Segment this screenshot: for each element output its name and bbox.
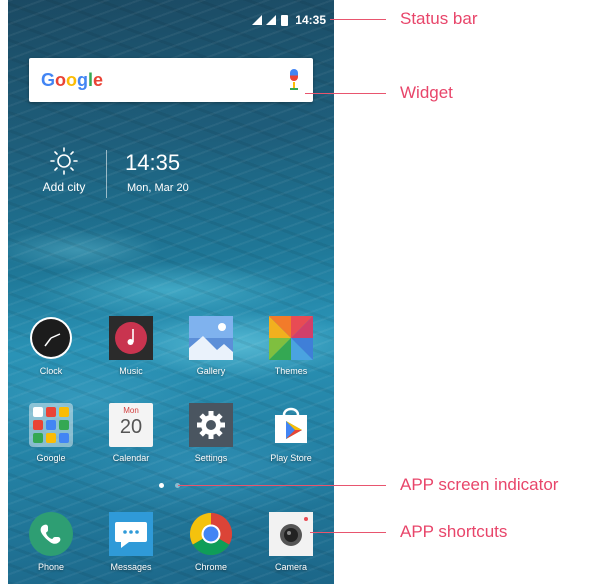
dock-phone[interactable]: Phone	[16, 512, 86, 572]
app-play-store[interactable]: Play Store	[256, 403, 326, 463]
google-search-widget[interactable]: Google	[29, 58, 313, 102]
app-label: Chrome	[194, 562, 227, 572]
play-store-icon	[269, 403, 313, 447]
chrome-icon	[189, 512, 233, 556]
app-label: Messages	[110, 562, 152, 572]
app-label: Themes	[274, 366, 308, 376]
page-dot-1[interactable]	[159, 483, 164, 488]
screen-indicator-pointer	[178, 485, 386, 486]
status-bar-callout: Status bar	[400, 9, 478, 28]
app-music[interactable]: Music	[96, 316, 166, 376]
camera-icon	[269, 512, 313, 556]
shortcuts-callout: APP shortcuts	[400, 522, 508, 541]
widget-callout: Widget	[400, 83, 453, 102]
app-settings[interactable]: Settings	[176, 403, 246, 463]
battery-icon	[281, 14, 289, 26]
mic-icon[interactable]	[287, 69, 301, 91]
sun-icon	[50, 147, 78, 175]
widget-pointer	[305, 93, 386, 94]
phone-icon	[29, 512, 73, 556]
app-label: Clock	[39, 366, 63, 376]
messages-icon	[109, 512, 153, 556]
calendar-day-name: Mon	[123, 406, 139, 415]
app-label: Settings	[194, 453, 228, 463]
settings-app-icon	[189, 403, 233, 447]
google-logo-letter: G	[41, 69, 56, 90]
google-logo-letter: e	[93, 69, 104, 90]
screen-indicator-callout: APP screen indicator	[400, 475, 559, 494]
themes-app-icon	[269, 316, 313, 360]
app-label: Music	[119, 366, 143, 376]
google-logo-letter: o	[66, 69, 78, 90]
status-bar-pointer	[330, 19, 386, 20]
app-label: Camera	[274, 562, 307, 572]
widget-divider	[106, 150, 107, 198]
clock-app-icon	[29, 316, 73, 360]
google-logo-letter: g	[77, 69, 89, 90]
app-google-folder[interactable]: Google	[16, 403, 86, 463]
gallery-app-icon	[189, 316, 233, 360]
app-calendar[interactable]: Mon 20 Calendar	[96, 403, 166, 463]
shortcuts-pointer	[310, 532, 386, 533]
status-time: 14:35	[295, 13, 326, 27]
status-bar: 14:35	[252, 12, 326, 28]
add-city-label[interactable]: Add city	[34, 180, 94, 194]
clock-time[interactable]: 14:35	[125, 150, 180, 176]
dock-chrome[interactable]: Chrome	[176, 512, 246, 572]
signal-icon	[252, 15, 263, 25]
google-logo: Google	[41, 70, 103, 91]
google-folder-icon	[29, 403, 73, 447]
signal-icon-2	[266, 15, 277, 25]
dock-messages[interactable]: Messages	[96, 512, 166, 572]
app-label: Play Store	[270, 453, 312, 463]
calendar-app-icon: Mon 20	[109, 403, 153, 447]
weather-widget[interactable]: Add city	[34, 146, 94, 194]
app-gallery[interactable]: Gallery	[176, 316, 246, 376]
music-app-icon	[109, 316, 153, 360]
app-label: Phone	[37, 562, 65, 572]
figure: 14:35 Google Add city 14:35 Mon, Mar 20 …	[0, 0, 597, 584]
google-logo-letter: o	[55, 69, 67, 90]
dock-camera[interactable]: Camera	[256, 512, 326, 572]
app-themes[interactable]: Themes	[256, 316, 326, 376]
app-label: Google	[36, 453, 66, 463]
app-label: Calendar	[112, 453, 150, 463]
app-clock[interactable]: Clock	[16, 316, 86, 376]
app-label: Gallery	[196, 366, 226, 376]
calendar-day-number: 20	[119, 416, 143, 438]
home-screen: 14:35 Google Add city 14:35 Mon, Mar 20 …	[8, 0, 334, 584]
clock-date: Mon, Mar 20	[127, 182, 189, 194]
